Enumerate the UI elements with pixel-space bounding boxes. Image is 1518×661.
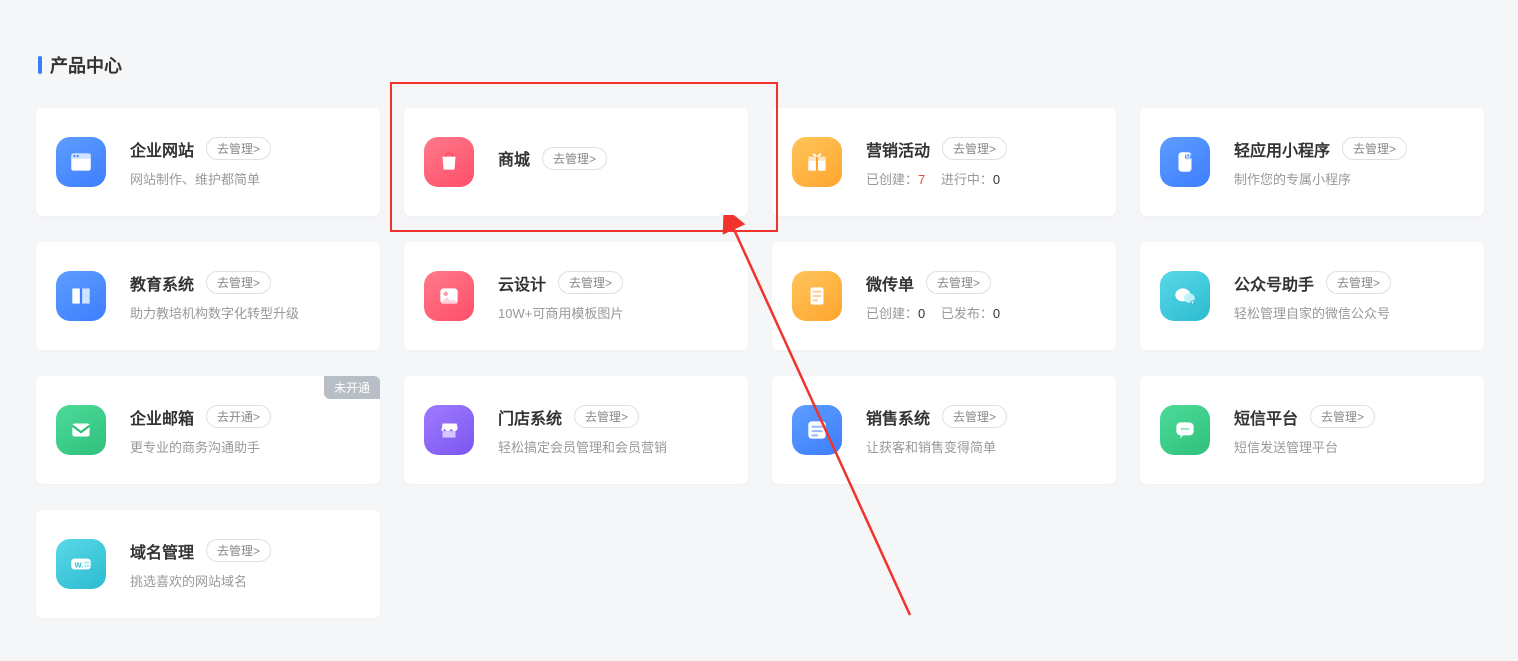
card-subtitle: 轻松搞定会员管理和会员营销 bbox=[498, 437, 728, 456]
card-sales-system[interactable]: 销售系统 去管理> 让获客和销售变得简单 bbox=[772, 376, 1116, 484]
manage-button[interactable]: 去管理> bbox=[926, 271, 991, 294]
svg-text:W.: W. bbox=[75, 560, 84, 569]
flyer-icon bbox=[792, 271, 842, 321]
section-accent-bar bbox=[38, 56, 42, 74]
shopping-bag-icon bbox=[424, 137, 474, 187]
website-icon bbox=[56, 137, 106, 187]
book-icon bbox=[56, 271, 106, 321]
card-subtitle: 制作您的专属小程序 bbox=[1234, 169, 1464, 188]
domain-icon: W. bbox=[56, 539, 106, 589]
card-microflyer[interactable]: 微传单 去管理> 已创建：0 已发布：0 bbox=[772, 242, 1116, 350]
card-enterprise-website[interactable]: 企业网站 去管理> 网站制作、维护都简单 bbox=[36, 108, 380, 216]
card-subtitle: 轻松管理自家的微信公众号 bbox=[1234, 303, 1464, 322]
wechat-icon bbox=[1160, 271, 1210, 321]
manage-button[interactable]: 去管理> bbox=[942, 405, 1007, 428]
manage-button[interactable]: 去管理> bbox=[1326, 271, 1391, 294]
card-subtitle: 网站制作、维护都简单 bbox=[130, 169, 360, 188]
product-grid: 企业网站 去管理> 网站制作、维护都简单 商城 去管理> 营销活动 去管理> bbox=[0, 108, 1518, 618]
card-title: 教育系统 bbox=[130, 271, 194, 295]
card-miniprogram[interactable]: 轻应用小程序 去管理> 制作您的专属小程序 bbox=[1140, 108, 1484, 216]
manage-button[interactable]: 去管理> bbox=[1310, 405, 1375, 428]
chat-icon bbox=[1160, 405, 1210, 455]
card-title: 公众号助手 bbox=[1234, 271, 1314, 295]
card-stats: 已创建：7 进行中：0 bbox=[866, 169, 1096, 188]
manage-button[interactable]: 去管理> bbox=[574, 405, 639, 428]
manage-button[interactable]: 去管理> bbox=[206, 271, 271, 294]
card-sms-platform[interactable]: 短信平台 去管理> 短信发送管理平台 bbox=[1140, 376, 1484, 484]
card-title: 轻应用小程序 bbox=[1234, 137, 1330, 161]
card-title: 企业网站 bbox=[130, 137, 194, 161]
card-domain[interactable]: W. 域名管理 去管理> 挑选喜欢的网站域名 bbox=[36, 510, 380, 618]
manage-button[interactable]: 去管理> bbox=[206, 137, 271, 160]
card-subtitle: 挑选喜欢的网站域名 bbox=[130, 571, 360, 590]
card-title: 域名管理 bbox=[130, 539, 194, 563]
section-header: 产品中心 bbox=[0, 0, 1518, 78]
card-title: 商城 bbox=[498, 146, 530, 170]
card-subtitle: 让获客和销售变得简单 bbox=[866, 437, 1096, 456]
card-marketing[interactable]: 营销活动 去管理> 已创建：7 进行中：0 bbox=[772, 108, 1116, 216]
manage-button[interactable]: 去管理> bbox=[206, 539, 271, 562]
card-subtitle: 助力教培机构数字化转型升级 bbox=[130, 303, 360, 322]
card-title: 云设计 bbox=[498, 271, 546, 295]
card-subtitle: 10W+可商用模板图片 bbox=[498, 303, 728, 322]
mail-icon bbox=[56, 405, 106, 455]
manage-button[interactable]: 去管理> bbox=[1342, 137, 1407, 160]
card-subtitle: 短信发送管理平台 bbox=[1234, 437, 1464, 456]
manage-button[interactable]: 去管理> bbox=[558, 271, 623, 294]
card-title: 企业邮箱 bbox=[130, 405, 194, 429]
card-cloud-design[interactable]: 云设计 去管理> 10W+可商用模板图片 bbox=[404, 242, 748, 350]
card-title: 微传单 bbox=[866, 271, 914, 295]
card-subtitle: 更专业的商务沟通助手 bbox=[130, 437, 360, 456]
image-icon bbox=[424, 271, 474, 321]
manage-button[interactable]: 去管理> bbox=[542, 147, 607, 170]
card-title: 销售系统 bbox=[866, 405, 930, 429]
card-education[interactable]: 教育系统 去管理> 助力教培机构数字化转型升级 bbox=[36, 242, 380, 350]
not-open-badge: 未开通 bbox=[324, 376, 380, 399]
gift-icon bbox=[792, 137, 842, 187]
card-enterprise-mail[interactable]: 未开通 企业邮箱 去开通> 更专业的商务沟通助手 bbox=[36, 376, 380, 484]
list-icon bbox=[792, 405, 842, 455]
store-icon bbox=[424, 405, 474, 455]
card-store-system[interactable]: 门店系统 去管理> 轻松搞定会员管理和会员营销 bbox=[404, 376, 748, 484]
card-wechat-assistant[interactable]: 公众号助手 去管理> 轻松管理自家的微信公众号 bbox=[1140, 242, 1484, 350]
card-title: 营销活动 bbox=[866, 137, 930, 161]
open-button[interactable]: 去开通> bbox=[206, 405, 271, 428]
card-title: 短信平台 bbox=[1234, 405, 1298, 429]
miniprogram-icon bbox=[1160, 137, 1210, 187]
card-stats: 已创建：0 已发布：0 bbox=[866, 303, 1096, 322]
manage-button[interactable]: 去管理> bbox=[942, 137, 1007, 160]
card-mall[interactable]: 商城 去管理> bbox=[404, 108, 748, 216]
card-title: 门店系统 bbox=[498, 405, 562, 429]
section-title: 产品中心 bbox=[50, 52, 122, 78]
